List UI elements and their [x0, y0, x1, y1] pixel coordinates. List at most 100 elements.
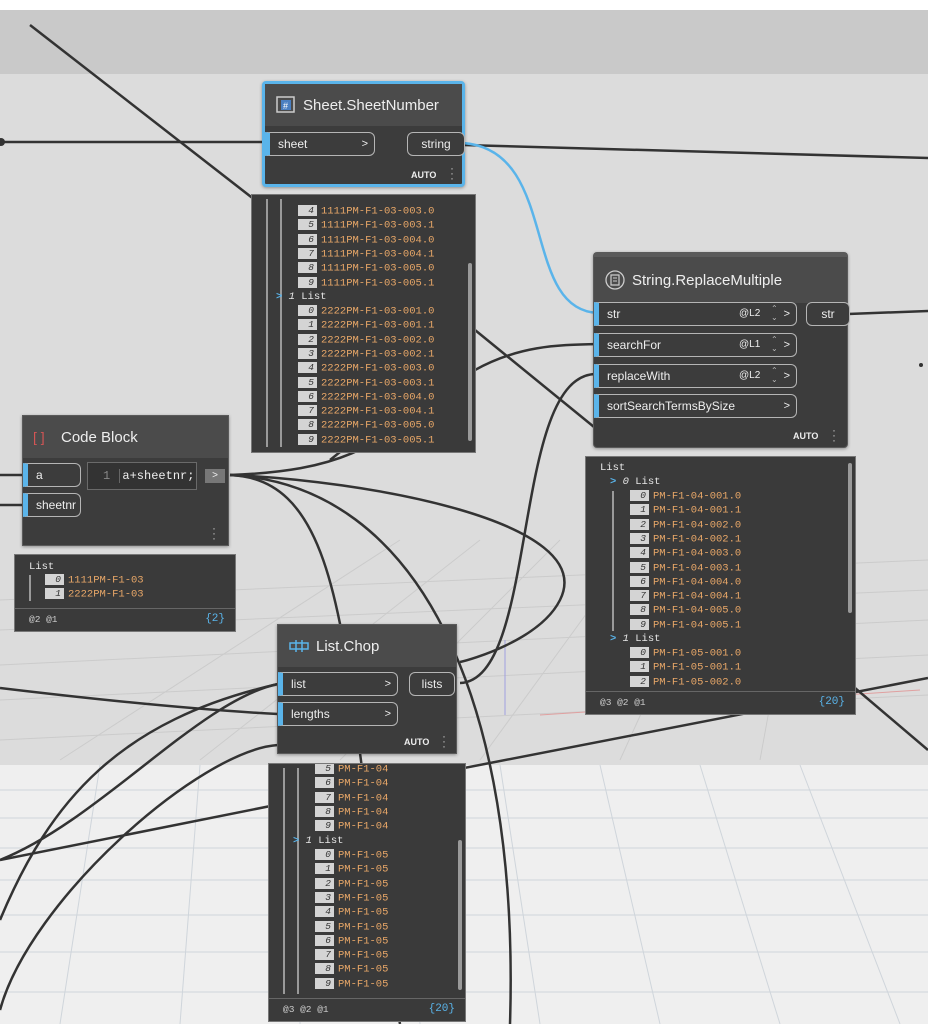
chevron-right-icon[interactable]: > [610, 633, 616, 645]
node-title: Sheet.SheetNumber [303, 96, 439, 114]
list-item: 7 PM-F1-04-004.1 [630, 590, 741, 603]
lacing-spinner-icon[interactable]: ⌃ ⌄ [771, 304, 778, 322]
preview-scrollbar[interactable] [458, 840, 462, 990]
lacing-badge[interactable]: @L1 [739, 334, 760, 356]
code-block-node[interactable]: [ ] Code Block a sheetnr 1 a+sheetnr; > … [22, 415, 229, 546]
replace-multiple-preview[interactable]: List > 0 List 0 PM-F1-04-001.0 1 PM-F1-04-0… [585, 456, 856, 715]
list-chop-node[interactable]: List.Chop list > lengths > lists AUTO · ·… [277, 624, 457, 754]
list-item-value: PM-F1-04-004.1 [653, 590, 742, 603]
node-header[interactable]: # Sheet.SheetNumber [265, 84, 462, 126]
lacing-label[interactable]: AUTO [404, 737, 429, 747]
sheet-number-node[interactable]: # Sheet.SheetNumber sheet > string AUTO … [262, 81, 465, 187]
preview-footer: @3 @2 @1 {20} [586, 691, 855, 714]
port-label: lengths [291, 707, 330, 721]
list-item-value: PM-F1-05-001.0 [653, 647, 742, 660]
node-menu-icon[interactable]: · · · [442, 730, 446, 752]
sheet-number-preview[interactable]: 4 1111PM-F1-03-003.0 5 1111PM-F1-03-003.1 6 1… [251, 194, 476, 453]
code-output-port[interactable]: > [205, 469, 225, 483]
list-levels[interactable]: @3 @2 @1 [600, 697, 646, 708]
list-item-value: PM-F1-04-004.0 [653, 576, 742, 589]
list-item: 1 PM-F1-05-001.1 [630, 661, 741, 674]
list-item-index: 7 [315, 949, 334, 961]
lacing-spinner-icon[interactable]: ⌃ ⌄ [771, 366, 778, 384]
sublist-label: List [318, 835, 344, 847]
port-label: lists [421, 677, 443, 691]
node-header[interactable]: List.Chop [278, 625, 456, 667]
list-item: 6 2222PM-F1-03-004.0 [298, 390, 434, 404]
str-output-port[interactable]: str [806, 302, 850, 326]
sortsearchterms-input-port[interactable]: sortSearchTermsBySize > [594, 394, 797, 418]
lacing-spinner-icon[interactable]: ⌃ ⌄ [771, 335, 778, 353]
wire-str-out [847, 309, 928, 316]
sublist-row: > 1 List [293, 835, 343, 848]
list-item-index: 6 [315, 777, 334, 789]
list-levels[interactable]: @3 @2 @1 [283, 1004, 329, 1015]
list-item-value: 1111PM-F1-03-005.1 [321, 276, 435, 289]
list-levels[interactable]: @2 @1 [29, 614, 58, 625]
list-item-value: 1111PM-F1-03-004.1 [321, 248, 435, 261]
port-label: list [291, 677, 306, 691]
sublist-index: 1 [622, 633, 629, 645]
lacing-badge[interactable]: @L2 [739, 303, 760, 325]
list-item: 5 PM-F1-04 [315, 764, 388, 776]
a-input-port[interactable]: a [23, 463, 81, 487]
string-output-port[interactable]: string [407, 132, 465, 156]
list-item: 1 PM-F1-04-001.1 [630, 504, 741, 517]
list-item-index: 1 [630, 661, 649, 673]
node-header[interactable]: String.ReplaceMultiple [594, 253, 847, 303]
chevron-right-icon[interactable]: > [293, 835, 299, 847]
searchfor-input-port[interactable]: searchFor @L1 ⌃ ⌄ > [594, 333, 797, 357]
node-header[interactable]: [ ] Code Block [23, 416, 228, 458]
wire-string-out [462, 143, 928, 160]
lengths-input-port[interactable]: lengths > [278, 702, 398, 726]
code-text[interactable]: a+sheetnr; [119, 469, 195, 483]
tree-line [297, 768, 299, 994]
preview-footer: @3 @2 @1 {20} [269, 998, 465, 1021]
list-item: 3 PM-F1-05 [315, 891, 388, 905]
chevron-right-icon: > [361, 138, 368, 150]
chevron-right-icon[interactable]: > [276, 291, 282, 303]
list-input-port[interactable]: list > [278, 672, 398, 696]
list-item: 8 1111PM-F1-03-005.0 [298, 262, 434, 275]
sheet-input-port[interactable]: sheet > [265, 132, 375, 156]
lacing-badge[interactable]: @L2 [739, 365, 760, 387]
replacewith-input-port[interactable]: replaceWith @L2 ⌃ ⌄ > [594, 364, 797, 388]
list-item: 0 2222PM-F1-03-001.0 [298, 305, 434, 318]
code-block-preview[interactable]: List 0 1111PM-F1-03 1 2222PM-F1-03 @2 @1 {2… [14, 554, 236, 632]
list-item-index: 1 [45, 588, 64, 599]
list-item: 2 2222PM-F1-03-002.0 [298, 333, 435, 347]
chevron-right-icon: > [384, 708, 391, 720]
str-input-port[interactable]: str @L2 ⌃ ⌄ > [594, 302, 797, 326]
list-item: 2 PM-F1-05-002.0 [630, 675, 741, 689]
list-item-value: PM-F1-05-001.1 [653, 661, 742, 674]
chevron-down-icon[interactable]: > [610, 476, 616, 488]
list-item-value: 1111PM-F1-03-004.0 [321, 233, 435, 246]
port-label: a [36, 468, 43, 482]
list-item: 6 PM-F1-04 [315, 777, 388, 790]
list-item-value: 2222PM-F1-03-001.1 [321, 319, 435, 332]
sublist-label: List [635, 476, 661, 488]
node-menu-icon[interactable]: · · · [212, 522, 216, 544]
list-item: 2 PM-F1-04-002.0 [630, 518, 741, 532]
lacing-label[interactable]: AUTO [411, 170, 436, 180]
replace-multiple-node[interactable]: String.ReplaceMultiple str @L2 ⌃ ⌄ > sear… [593, 252, 850, 448]
node-menu-icon[interactable]: · · · [832, 424, 836, 446]
node-menu-icon[interactable]: · · · [450, 162, 454, 184]
sublist-row: > 0 List [610, 476, 660, 489]
sheetnr-input-port[interactable]: sheetnr [23, 493, 81, 517]
canvas-dot [919, 363, 923, 367]
lists-output-port[interactable]: lists [409, 672, 455, 696]
list-item-index: 8 [298, 262, 317, 274]
preview-scrollbar[interactable] [468, 263, 472, 441]
list-chop-preview[interactable]: 5 PM-F1-04 6 PM-F1-04 7 PM-F1-04 8 PM-F1-04 9 PM-… [268, 763, 466, 1022]
preview-scrollbar[interactable] [848, 463, 852, 613]
list-item-value: 2222PM-F1-03-002.0 [321, 333, 435, 346]
list-item: 9 PM-F1-04-005.1 [630, 618, 741, 632]
list-item: 6 1111PM-F1-03-004.0 [298, 233, 435, 247]
lacing-label[interactable]: AUTO [793, 431, 818, 441]
wire-to-list-2 [0, 682, 279, 921]
list-item-index: 9 [315, 820, 334, 832]
code-editor[interactable]: 1 a+sheetnr; [87, 462, 197, 490]
list-item-index: 4 [315, 906, 334, 918]
list-item-index: 3 [315, 891, 334, 903]
